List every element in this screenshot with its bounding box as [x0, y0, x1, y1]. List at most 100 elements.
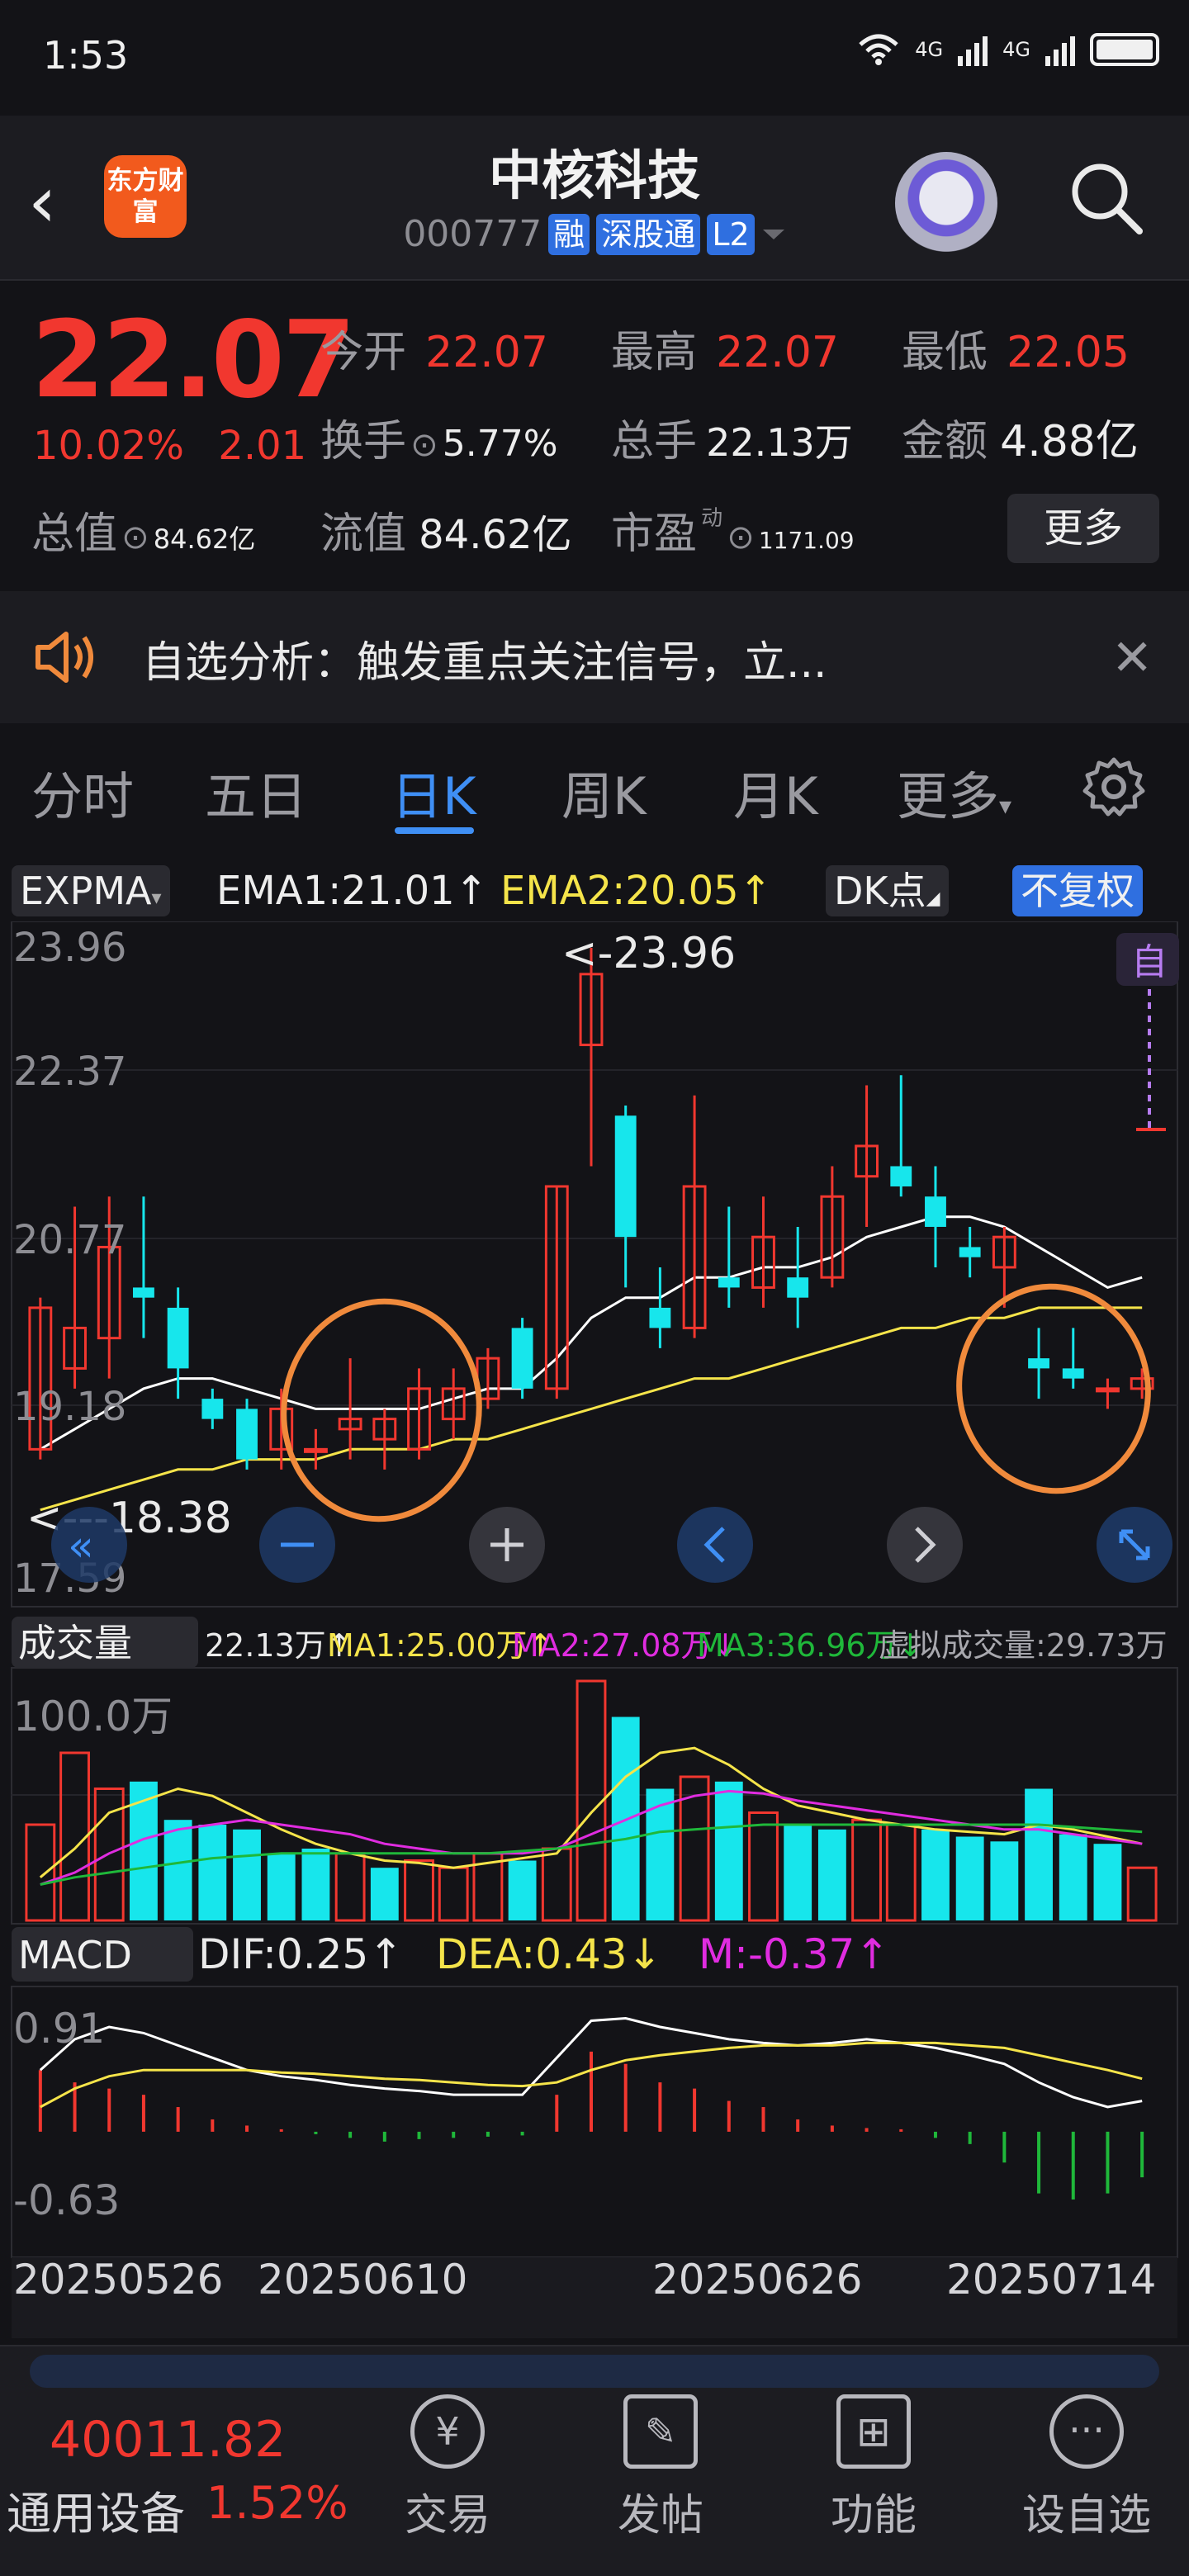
nav-function[interactable]: ⊞ 功能	[783, 2394, 964, 2542]
volume-bars	[25, 1679, 1158, 1922]
nav-trade-label: 交易	[404, 2491, 490, 2540]
index-value[interactable]: 40011.82	[50, 2411, 286, 2469]
info-icon[interactable]: ⊙	[410, 426, 438, 464]
search-icon[interactable]	[1065, 157, 1148, 239]
volume-bar	[163, 1820, 192, 1920]
candle-body	[649, 1307, 671, 1328]
volume-bar	[817, 1829, 846, 1920]
candle-body	[1096, 1387, 1120, 1393]
dk-point-select[interactable]: DK点◢	[826, 865, 949, 916]
tab-underline	[395, 827, 474, 834]
ema1-value: EMA1:21.01↑	[216, 868, 488, 914]
volume-bar	[921, 1829, 950, 1920]
network-type-1: 4G	[915, 38, 944, 61]
signal-icon	[958, 33, 988, 66]
change-row: 10.02% 2.01	[33, 423, 306, 469]
stock-code-row[interactable]: 000777 融 深股通 L2	[0, 213, 1189, 255]
gear-icon[interactable]	[1082, 755, 1146, 819]
y-label-2: 22.37	[13, 1049, 126, 1095]
mktcap-field[interactable]: 总值 ⊙ 84.62亿	[31, 499, 255, 561]
open-field: 今开 22.07	[320, 317, 548, 379]
amount-value: 4.88亿	[1000, 417, 1139, 466]
tab-intraday[interactable]: 分时	[31, 755, 134, 829]
tab-daily-k[interactable]: 日K	[391, 755, 476, 829]
candle-body	[959, 1247, 981, 1257]
battery-icon	[1090, 33, 1159, 66]
nav-post[interactable]: ✎ 发帖	[570, 2394, 751, 2542]
turnover-value: 5.77%	[442, 423, 558, 465]
speaker-icon	[36, 632, 93, 683]
nav-trade[interactable]: ¥ 交易	[357, 2394, 538, 2542]
corner-arrow-icon: ◢	[926, 888, 940, 909]
tag-connect: 深股通	[596, 213, 701, 255]
close-icon[interactable]: ✕	[1111, 629, 1153, 687]
y-label-3: 20.77	[13, 1217, 126, 1263]
low-value: 22.05	[1007, 328, 1130, 377]
volume-bar	[955, 1836, 984, 1920]
volume-bar	[301, 1849, 330, 1920]
wifi-icon	[859, 34, 898, 65]
annotation-circle-left	[281, 1298, 482, 1522]
nav-watchlist-label: 设自选	[1021, 2491, 1151, 2540]
nav-post-label: 发帖	[617, 2491, 703, 2540]
macd-y-bottom: -0.63	[13, 2176, 120, 2224]
volume-bar	[1059, 1834, 1087, 1920]
candle-body	[511, 1328, 533, 1389]
turnover-label: 换手	[320, 417, 407, 466]
candle-body	[201, 1399, 224, 1419]
info-icon[interactable]: ⊙	[727, 519, 755, 556]
open-value: 22.07	[425, 328, 548, 377]
high-label: 最高	[611, 328, 698, 377]
robot-avatar[interactable]	[895, 152, 997, 254]
more-button[interactable]: 更多	[1007, 494, 1159, 563]
tab-monthly-k[interactable]: 月K	[733, 755, 818, 829]
volume-bar	[885, 1823, 917, 1922]
tab-five-day[interactable]: 五日	[205, 755, 307, 829]
notice-bar[interactable]: 自选分析：触发重点关注信号，立... ✕	[0, 591, 1189, 723]
macd-m: M:-0.37↑	[699, 1930, 889, 1978]
candle-body	[167, 1307, 189, 1369]
info-icon[interactable]: ⊙	[121, 519, 149, 556]
candle-body	[236, 1409, 258, 1460]
edit-icon: ✎	[623, 2394, 698, 2469]
float-value: 84.62亿	[419, 512, 572, 558]
index-pct[interactable]: 1.52%	[206, 2477, 348, 2529]
candle-body	[890, 1166, 912, 1186]
volume-bar	[438, 1866, 469, 1922]
volume-bar	[990, 1841, 1019, 1920]
macd-label: MACD	[18, 1933, 132, 1977]
candle-body	[1062, 1368, 1084, 1379]
volume-bar	[233, 1829, 261, 1920]
low-label: 最低	[902, 328, 988, 377]
index-name[interactable]: 通用设备	[7, 2477, 185, 2542]
tab-more[interactable]: 更多▾	[897, 755, 1011, 829]
pe-field[interactable]: 市盈 动 ⊙ 1171.09	[611, 499, 855, 561]
volume-value: 22.13万	[706, 420, 853, 465]
self-label: 自	[1131, 941, 1168, 983]
tab-weekly-k[interactable]: 周K	[561, 755, 647, 829]
candle-body	[718, 1277, 740, 1288]
volume-bar	[130, 1781, 158, 1920]
nav-watchlist[interactable]: ··· 设自选	[996, 2394, 1177, 2542]
kline-chart[interactable]: 23.96 22.37 20.77 19.18 17.59 <-23.96 <-…	[0, 921, 1189, 2338]
candle-body	[303, 1447, 328, 1453]
macd-y-top: 0.91	[13, 2005, 105, 2053]
adjust-select[interactable]: 不复权	[1012, 865, 1143, 916]
pe-value: 1171.09	[758, 527, 855, 554]
candle-body	[925, 1196, 946, 1227]
volume-bar	[370, 1868, 399, 1920]
mini-ticker-bar[interactable]	[30, 2355, 1159, 2388]
volume-bar	[714, 1781, 743, 1920]
turnover-field[interactable]: 换手 ⊙ 5.77%	[320, 406, 558, 468]
ema2-value: EMA2:20.05↑	[500, 868, 772, 914]
volume-bar	[25, 1823, 56, 1922]
caret-down-icon: ▾	[151, 886, 162, 909]
indicator-select[interactable]: EXPMA▾	[12, 865, 170, 916]
next-button[interactable]	[887, 1507, 963, 1583]
notice-text[interactable]: 自选分析：触发重点关注信号，立...	[142, 627, 827, 689]
mktcap-label: 总值	[31, 509, 118, 559]
macd-dea: DEA:0.43↓	[436, 1930, 662, 1978]
tag-l2: L2	[707, 213, 755, 255]
macd-dif: DIF:0.25↑	[198, 1930, 403, 1978]
prev-button[interactable]	[677, 1507, 753, 1583]
